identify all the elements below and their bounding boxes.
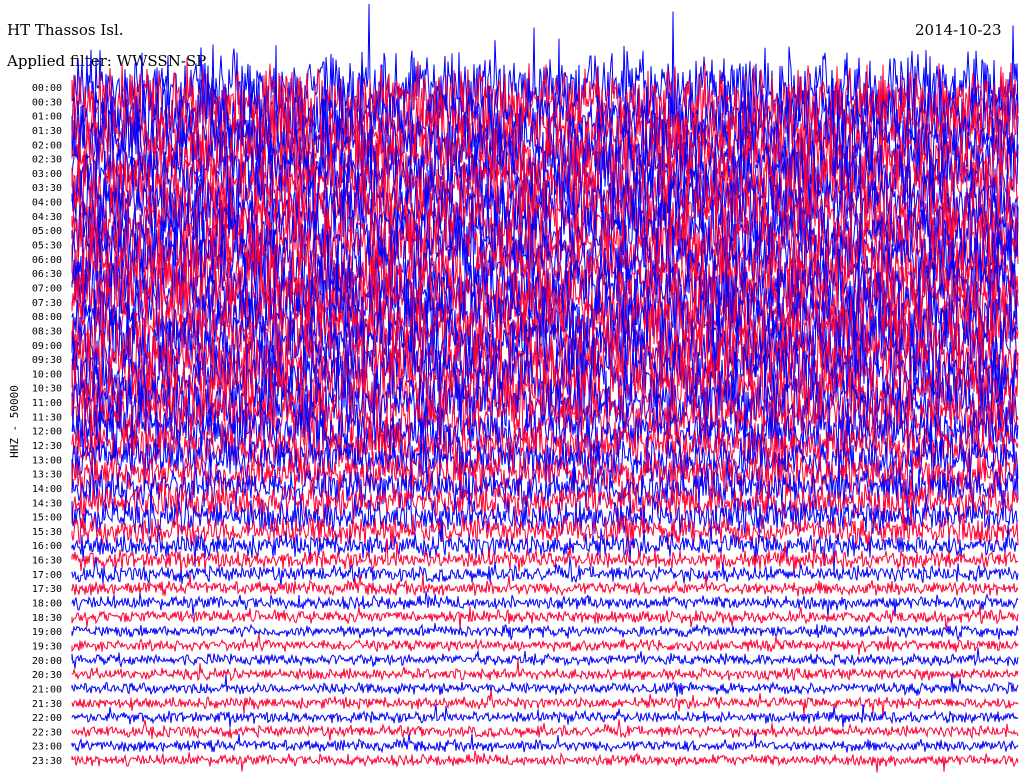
row-time-label: 02:30 xyxy=(32,155,62,166)
row-time-label: 10:30 xyxy=(32,384,62,395)
row-time-label: 09:00 xyxy=(32,341,62,352)
row-time-label: 14:00 xyxy=(32,484,62,495)
row-time-label: 16:30 xyxy=(32,556,62,567)
row-time-label: 07:30 xyxy=(32,298,62,309)
trace-row-2330 xyxy=(71,750,1019,773)
row-time-label: 05:00 xyxy=(32,226,62,237)
row-time-label: 07:00 xyxy=(32,284,62,295)
row-time-label: 09:30 xyxy=(32,355,62,366)
row-time-label: 18:00 xyxy=(32,599,62,610)
row-time-label: 03:30 xyxy=(32,183,62,194)
row-time-label: 19:30 xyxy=(32,642,62,653)
row-time-label: 23:00 xyxy=(32,742,62,753)
row-time-label: 20:00 xyxy=(32,656,62,667)
trace-row-2300 xyxy=(71,732,1019,754)
row-time-label: 15:30 xyxy=(32,527,62,538)
row-time-label: 22:00 xyxy=(32,713,62,724)
row-time-label: 01:00 xyxy=(32,112,62,123)
trace-row-2000 xyxy=(71,647,1019,669)
helicorder-plot: HT Thassos Isl. Applied filter: WWSSN-SP… xyxy=(0,0,1024,780)
row-time-label: 21:30 xyxy=(32,699,62,710)
row-time-label: 05:30 xyxy=(32,241,62,252)
row-time-label: 17:30 xyxy=(32,584,62,595)
row-time-label: 00:00 xyxy=(32,83,62,94)
row-time-label: 19:00 xyxy=(32,627,62,638)
row-time-label: 17:00 xyxy=(32,570,62,581)
row-time-label: 12:00 xyxy=(32,427,62,438)
row-time-label: 11:30 xyxy=(32,412,62,423)
row-time-label: 06:30 xyxy=(32,269,62,280)
row-time-label: 04:00 xyxy=(32,198,62,209)
row-time-label: 08:00 xyxy=(32,312,62,323)
row-time-label: 00:30 xyxy=(32,97,62,108)
trace-row-2030 xyxy=(71,659,1019,682)
trace-row-2130 xyxy=(71,689,1019,718)
row-time-label: 16:00 xyxy=(32,541,62,552)
trace-row-2230 xyxy=(71,719,1019,741)
row-time-label: 15:00 xyxy=(32,513,62,524)
row-time-label: 04:30 xyxy=(32,212,62,223)
row-time-label: 02:00 xyxy=(32,140,62,151)
trace-row-1900 xyxy=(71,623,1019,642)
row-time-label: 03:00 xyxy=(32,169,62,180)
row-time-label: 06:00 xyxy=(32,255,62,266)
trace-row-2200 xyxy=(71,703,1019,728)
row-time-label: 01:30 xyxy=(32,126,62,137)
row-time-label: 18:30 xyxy=(32,613,62,624)
row-time-label: 08:30 xyxy=(32,326,62,337)
y-axis-label: HHZ - 50000 xyxy=(7,385,21,458)
row-time-label: 22:30 xyxy=(32,727,62,738)
row-time-label: 14:30 xyxy=(32,498,62,509)
row-time-label: 11:00 xyxy=(32,398,62,409)
row-time-label: 23:30 xyxy=(32,756,62,767)
row-time-label: 21:00 xyxy=(32,684,62,695)
trace-row-1930 xyxy=(71,633,1019,655)
row-time-label: 20:30 xyxy=(32,670,62,681)
row-time-label: 12:30 xyxy=(32,441,62,452)
row-time-label: 13:30 xyxy=(32,470,62,481)
trace-area: 00:00 00:30 01:00 01:30 02:00 02:30 03:00 03:30… xyxy=(32,3,1019,773)
row-time-label: 13:00 xyxy=(32,455,62,466)
row-time-label: 10:00 xyxy=(32,369,62,380)
